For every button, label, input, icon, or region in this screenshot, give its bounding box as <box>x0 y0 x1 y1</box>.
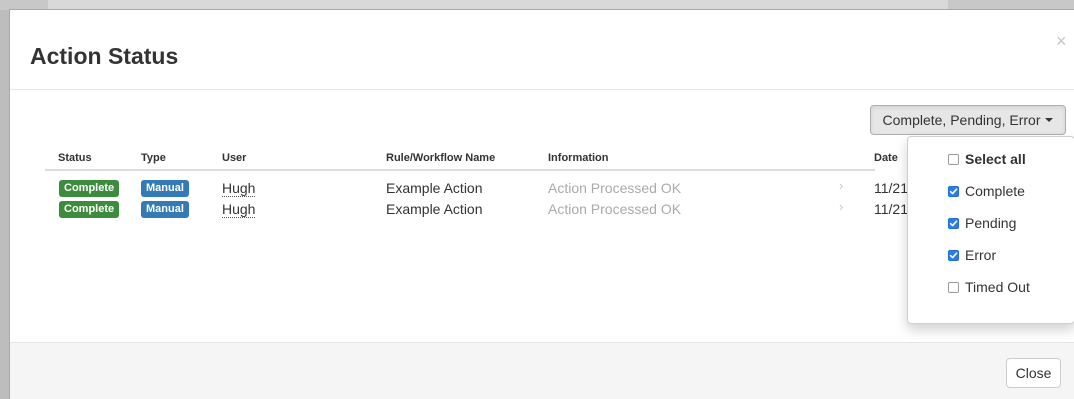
table-row[interactable]: Complete Manual Hugh Example Action Acti… <box>45 177 908 198</box>
status-filter-label: Complete, Pending, Error <box>882 112 1041 128</box>
column-header-rule-workflow-name[interactable]: Rule/Workflow Name <box>386 152 495 164</box>
modal-header: Action Status × <box>10 10 1074 90</box>
action-status-table: Status Type User Rule/Workflow Name Info… <box>45 145 908 219</box>
close-icon[interactable]: × <box>1056 32 1067 50</box>
checkbox-unchecked-icon[interactable] <box>948 153 959 165</box>
modal-footer: Close <box>10 342 1074 399</box>
date-text: 11/21 <box>874 180 908 196</box>
column-header-user[interactable]: User <box>222 152 246 164</box>
rule-name: Example Action <box>386 201 483 217</box>
filter-option-label: Pending <box>965 215 1017 231</box>
status-badge: Complete <box>59 201 120 218</box>
column-header-type[interactable]: Type <box>141 152 166 164</box>
chevron-right-icon[interactable]: › <box>839 178 843 193</box>
filter-option-label: Error <box>965 247 997 263</box>
close-button[interactable]: Close <box>1006 358 1061 388</box>
column-header-date[interactable]: Date <box>874 152 898 164</box>
caret-down-icon <box>1045 118 1054 122</box>
type-badge: Manual <box>141 201 189 218</box>
filter-option-pending[interactable]: Pending <box>948 213 1016 233</box>
status-filter-menu: Select all Complete Pending Error Timed … <box>907 136 1074 324</box>
status-badge: Complete <box>59 180 120 197</box>
user-link[interactable]: Hugh <box>222 180 256 197</box>
action-status-modal: Action Status × Complete, Pending, Error… <box>9 9 1074 399</box>
column-header-status[interactable]: Status <box>58 152 92 164</box>
column-header-information[interactable]: Information <box>548 152 609 164</box>
type-badge: Manual <box>141 180 189 197</box>
filter-option-complete[interactable]: Complete <box>948 181 1025 201</box>
chevron-right-icon[interactable]: › <box>839 199 843 214</box>
rule-name: Example Action <box>386 180 483 196</box>
checkbox-unchecked-icon[interactable] <box>948 281 959 293</box>
user-link[interactable]: Hugh <box>222 201 256 218</box>
filter-option-label: Timed Out <box>965 279 1030 295</box>
filter-option-timed-out[interactable]: Timed Out <box>948 277 1030 297</box>
table-header: Status Type User Rule/Workflow Name Info… <box>45 145 898 171</box>
checkbox-checked-icon[interactable] <box>948 249 959 261</box>
filter-option-label: Complete <box>965 183 1025 199</box>
information-text: Action Processed OK <box>548 201 682 217</box>
checkbox-checked-icon[interactable] <box>948 185 959 197</box>
filter-option-label: Select all <box>965 151 1026 167</box>
modal-title: Action Status <box>30 43 179 69</box>
checkbox-checked-icon[interactable] <box>948 217 959 229</box>
table-row[interactable]: Complete Manual Hugh Example Action Acti… <box>45 198 908 219</box>
filter-option-select-all[interactable]: Select all <box>948 149 1026 169</box>
filter-option-error[interactable]: Error <box>948 245 996 265</box>
date-text: 11/21 <box>874 201 908 217</box>
information-text: Action Processed OK <box>548 180 682 196</box>
status-filter-dropdown-button[interactable]: Complete, Pending, Error <box>870 105 1066 135</box>
